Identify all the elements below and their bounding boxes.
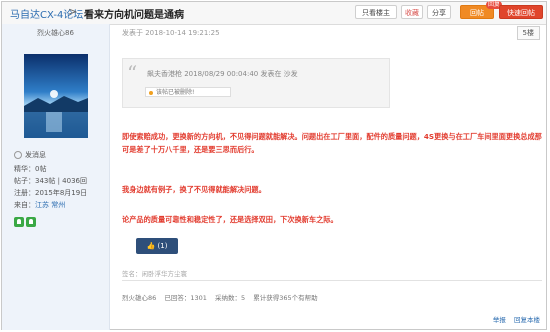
only-owner-button[interactable]: 只看楼主	[355, 5, 397, 19]
stats-accepted: 采纳数：5	[214, 294, 246, 302]
posted-time: 发表于 2018-10-14 19:21:25	[122, 29, 220, 37]
report-link[interactable]: 举报	[493, 316, 506, 324]
like-button[interactable]: 👍 (1)	[136, 238, 178, 254]
essence-count: 精华：0帖	[14, 165, 47, 173]
message-icon	[14, 151, 22, 159]
floor-number[interactable]: 5楼	[516, 26, 540, 40]
location-label: 来自：	[14, 201, 35, 209]
medal-list	[14, 212, 38, 231]
send-message-label: 发消息	[25, 151, 46, 159]
avatar[interactable]	[24, 54, 88, 138]
share-button[interactable]: 分享	[427, 5, 451, 19]
reply-floor-link[interactable]: 回复本楼	[514, 316, 540, 324]
divider	[122, 280, 542, 281]
post-paragraph: 我身边就有例子，换了不见得就能解决问题。	[122, 185, 266, 194]
author-profile-column: 烈火雄心86 发消息 精华：0帖 帖子：343帖 | 4036回 注册：2015…	[2, 24, 110, 330]
post-footer-links: 举报 回复本楼	[487, 314, 540, 324]
post-paragraph: 即使索赔成功，更换新的方向机，不见得问题就能解决。问题出在工厂里面，配件的质量问…	[122, 132, 542, 154]
post-count: 帖子：343帖 | 4036回	[14, 177, 87, 185]
quick-reply-button[interactable]: 快速回帖	[499, 5, 543, 19]
like-count: (1)	[157, 242, 168, 250]
thumbs-up-icon: 👍	[146, 242, 156, 250]
avatar-landscape-image	[24, 54, 88, 138]
location-link[interactable]: 江苏 常州	[35, 201, 65, 209]
stats-user[interactable]: 烈火雄心86	[122, 294, 156, 302]
author-stats: 烈火雄心86 已回答：1301 采纳数：5 累计获得365个有帮助	[122, 292, 324, 302]
send-message-link[interactable]: 发消息	[14, 150, 46, 160]
medal-icon[interactable]	[26, 217, 36, 227]
thread-title: 看来方向机问题是通病	[84, 10, 184, 21]
stats-answered: 已回答：1301	[164, 294, 207, 302]
quote-block: “ 飙夫香港枪 2018/08/29 00:04:40 发表在 沙发 该帖已被删…	[122, 58, 390, 108]
quote-mark-icon: “	[127, 61, 138, 85]
medal-icon[interactable]	[14, 217, 24, 227]
stats-helpful: 累计获得365个有帮助	[253, 294, 318, 302]
location-row: 来自：江苏 常州	[14, 200, 65, 210]
breadcrumb-separator: >	[68, 5, 78, 18]
thread-header-bar: 马自达CX-4论坛 > 看来方向机问题是通病 只看楼主 收藏 分享 回帖 回复 …	[2, 1, 546, 25]
deleted-notice: 该帖已被删除!	[145, 87, 231, 97]
post-paragraph: 论产品的质量可靠性和稳定性了，还是选择双田，下次换新车之际。	[122, 215, 338, 224]
forum-post-window: 马自达CX-4论坛 > 看来方向机问题是通病 只看楼主 收藏 分享 回帖 回复 …	[1, 1, 547, 330]
author-username[interactable]: 烈火雄心86	[2, 28, 109, 38]
register-date: 注册：2015年8月19日	[14, 189, 88, 197]
quote-author-line: 飙夫香港枪 2018/08/29 00:04:40 发表在 沙发	[147, 70, 298, 78]
signature: 签名：闲卧浮华方尘寰	[122, 270, 187, 278]
post-content-column: 发表于 2018-10-14 19:21:25 5楼 “ 飙夫香港枪 2018/…	[110, 24, 546, 330]
favorite-button[interactable]: 收藏	[401, 5, 423, 19]
